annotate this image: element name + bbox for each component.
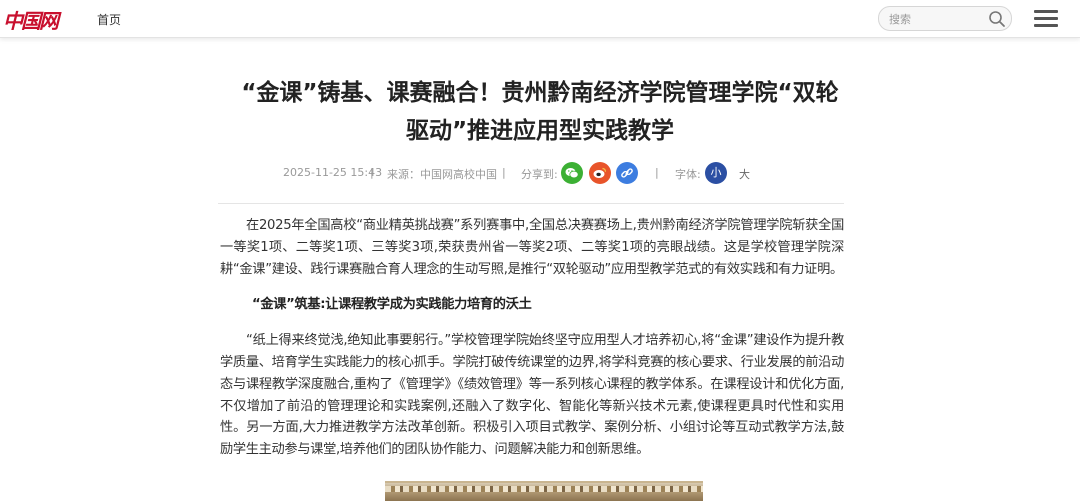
meta-separator: | <box>370 166 374 179</box>
content-divider <box>218 203 844 204</box>
hamburger-menu-icon[interactable] <box>1034 10 1058 28</box>
article-body: 在2025年全国高校“商业精英挑战赛”系列赛事中,全国总决赛赛场上,贵州黔南经济… <box>220 215 844 461</box>
font-small-button[interactable]: 小 <box>705 162 727 184</box>
article-paragraph: 在2025年全国高校“商业精英挑战赛”系列赛事中,全国总决赛赛场上,贵州黔南经济… <box>220 218 844 277</box>
weibo-share-icon[interactable] <box>589 162 611 184</box>
article-source: 来源：中国网高校中国 <box>387 168 497 181</box>
nav-home-link[interactable]: 首页 <box>97 11 121 28</box>
search-input[interactable] <box>889 11 985 27</box>
link-share-icon[interactable] <box>616 162 638 184</box>
meta-separator: | <box>655 166 659 179</box>
meta-separator: | <box>502 166 506 179</box>
search-box[interactable] <box>878 6 1012 31</box>
article-subheading: “金课”筑基:让课程教学成为实践能力培育的沃土 <box>252 297 532 313</box>
search-icon[interactable] <box>988 10 1006 28</box>
share-label: 分享到: <box>521 168 558 181</box>
publish-date: 2025-11-25 15:43 <box>283 166 383 179</box>
article-paragraph: “纸上得来终觉浅,绝知此事要躬行。”学校管理学院始终坚守应用型人才培养初心,将“… <box>220 333 844 458</box>
font-size-label: 字体: <box>675 168 701 181</box>
article-title: “金课”铸基、课赛融合！贵州黔南经济学院管理学院“双轮驱动”推进应用型实践教学 <box>241 80 839 144</box>
article-meta: 2025-11-25 15:43 | 来源：中国网高校中国 | 分享到: | 字… <box>0 161 1080 185</box>
wechat-share-icon[interactable] <box>561 162 583 184</box>
article-image <box>385 481 703 501</box>
logo-text: 中国网 <box>3 8 59 33</box>
site-logo[interactable]: 中国网 <box>3 3 65 35</box>
font-big-button[interactable]: 大 <box>739 166 750 182</box>
top-navigation-bar: 中国网 首页 <box>0 0 1080 38</box>
